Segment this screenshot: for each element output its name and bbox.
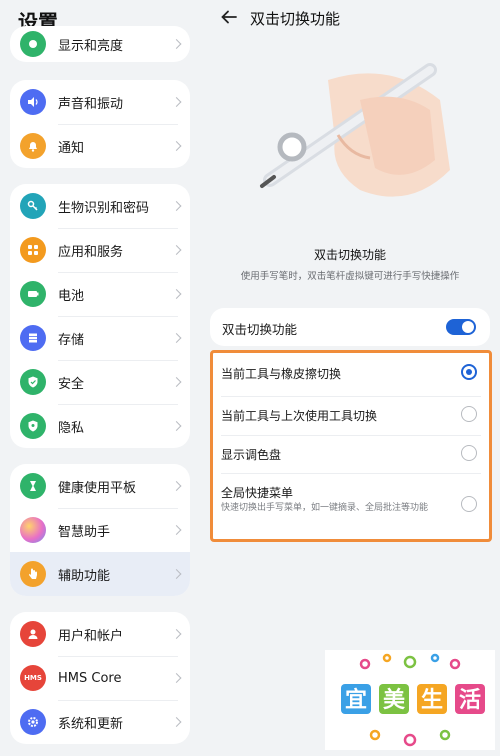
shield-icon [20,369,46,395]
double-tap-switch[interactable] [446,319,476,335]
hourglass-icon [20,473,46,499]
sidebar-item-label: HMS Core [58,670,122,686]
chevron-right-icon [171,39,182,49]
sidebar-item-label: 声音和振动 [58,96,124,112]
page-title: 双击切换功能 [250,10,341,28]
sidebar-item-label: 存储 [58,332,85,348]
gear-icon [20,709,46,735]
option-label: 显示调色盘 [221,448,282,462]
sidebar-item-assistant[interactable]: 智慧助手 [10,508,190,552]
double-tap-toggle-row: 双击切换功能 [210,308,490,346]
detail-panel: 双击切换功能 双击切换功能 使用手写笔时，双击笔杆虚拟键可进行手写快捷操作 双击… [200,0,500,756]
storage-icon [20,325,46,351]
key-icon [20,193,46,219]
settings-group-system-a: 生物识别和密码 应用和服务 电池 存储 安全 隐私 [10,184,190,448]
sidebar-item-display[interactable]: 显示和亮度 [10,26,190,62]
sidebar-item-label: 智慧助手 [58,524,111,540]
watermark-logo: 宜 美 生 活 [325,650,495,750]
sidebar-item-label: 通知 [58,140,85,156]
sidebar-item-label: 生物识别和密码 [58,200,150,216]
chevron-right-icon [171,141,182,151]
sidebar-item-label: 隐私 [58,420,85,436]
sidebar-item-notifications[interactable]: 通知 [10,124,190,168]
toggle-label: 双击切换功能 [222,322,298,337]
sidebar-item-health[interactable]: 健康使用平板 [10,464,190,508]
battery-icon [20,281,46,307]
chevron-right-icon [171,201,182,211]
radio-selected[interactable] [461,364,477,380]
back-arrow-icon[interactable] [220,8,238,26]
chevron-right-icon [171,421,182,431]
settings-group-account: 用户和帐户 HMS HMS Core 系统和更新 [10,612,190,744]
option-label: 当前工具与上次使用工具切换 [221,409,378,423]
chevron-right-icon [171,717,182,727]
watermark-char: 宜 [345,687,367,713]
chevron-right-icon [171,481,182,491]
stylus-hand-illustration [260,63,450,197]
chevron-right-icon [171,525,182,535]
sidebar-item-storage[interactable]: 存储 [10,316,190,360]
sidebar-item-label: 健康使用平板 [58,480,137,496]
hms-icon: HMS [20,665,46,691]
assistant-icon [20,517,46,543]
chevron-right-icon [171,377,182,387]
option-last-tool-switch[interactable]: 当前工具与上次使用工具切换 [213,397,489,435]
display-icon [20,31,46,57]
sidebar-item-battery[interactable]: 电池 [10,272,190,316]
option-label: 全局快捷菜单 [221,486,294,500]
chevron-right-icon [171,673,182,683]
option-description: 快速切换出手写菜单，如一键摘录、全局批注等功能 [221,503,429,513]
option-eraser-switch[interactable]: 当前工具与橡皮擦切换 [213,353,489,391]
sidebar-item-sound[interactable]: 声音和振动 [10,80,190,124]
sidebar-item-security[interactable]: 安全 [10,360,190,404]
settings-sidebar: 设置 显示和亮度 声音和振动 通知 生物识别和密码 应用和服务 电池 存储 安全… [0,0,200,756]
user-icon [20,621,46,647]
sidebar-item-biometrics[interactable]: 生物识别和密码 [10,184,190,228]
sidebar-item-system-update[interactable]: 系统和更新 [10,700,190,744]
sound-icon [20,89,46,115]
sidebar-item-label: 应用和服务 [58,244,124,260]
option-label: 当前工具与橡皮擦切换 [221,367,342,381]
sidebar-item-label: 辅助功能 [58,568,111,584]
chevron-right-icon [171,569,182,579]
feature-title: 双击切换功能 [313,248,386,262]
sidebar-item-accessibility[interactable]: 辅助功能 [10,552,190,596]
feature-description: 使用手写笔时，双击笔杆虚拟键可进行手写快捷操作 [240,271,460,282]
sidebar-item-label: 用户和帐户 [58,628,124,644]
settings-group-assist: 健康使用平板 智慧助手 辅助功能 [10,464,190,596]
sidebar-item-apps[interactable]: 应用和服务 [10,228,190,272]
watermark-char: 活 [459,688,481,713]
chevron-right-icon [171,97,182,107]
watermark-char: 生 [421,688,443,713]
bell-icon [20,133,46,159]
chevron-right-icon [171,245,182,255]
sidebar-item-hms-core[interactable]: HMS HMS Core [10,656,190,700]
settings-group-display: 显示和亮度 [10,26,190,62]
sidebar-item-privacy[interactable]: 隐私 [10,404,190,448]
option-global-menu[interactable]: 全局快捷菜单 快速切换出手写菜单，如一键摘录、全局批注等功能 [213,474,489,540]
chevron-right-icon [171,333,182,343]
sidebar-item-label: 系统和更新 [58,716,124,732]
radio-unselected[interactable] [461,406,477,422]
radio-unselected[interactable] [461,445,477,461]
sidebar-item-label: 电池 [58,288,85,304]
double-tap-options: 当前工具与橡皮擦切换 当前工具与上次使用工具切换 显示调色盘 全局快捷菜单 快速… [210,350,492,542]
sidebar-item-label: 显示和亮度 [58,38,124,54]
apps-icon [20,237,46,263]
option-color-palette[interactable]: 显示调色盘 [213,436,489,474]
watermark-char: 美 [383,687,406,713]
sidebar-item-users[interactable]: 用户和帐户 [10,612,190,656]
chevron-right-icon [171,629,182,639]
privacy-icon [20,413,46,439]
accessibility-icon [20,561,46,587]
chevron-right-icon [171,289,182,299]
settings-group-sound: 声音和振动 通知 [10,80,190,168]
radio-unselected[interactable] [461,496,477,512]
sidebar-item-label: 安全 [58,376,85,392]
